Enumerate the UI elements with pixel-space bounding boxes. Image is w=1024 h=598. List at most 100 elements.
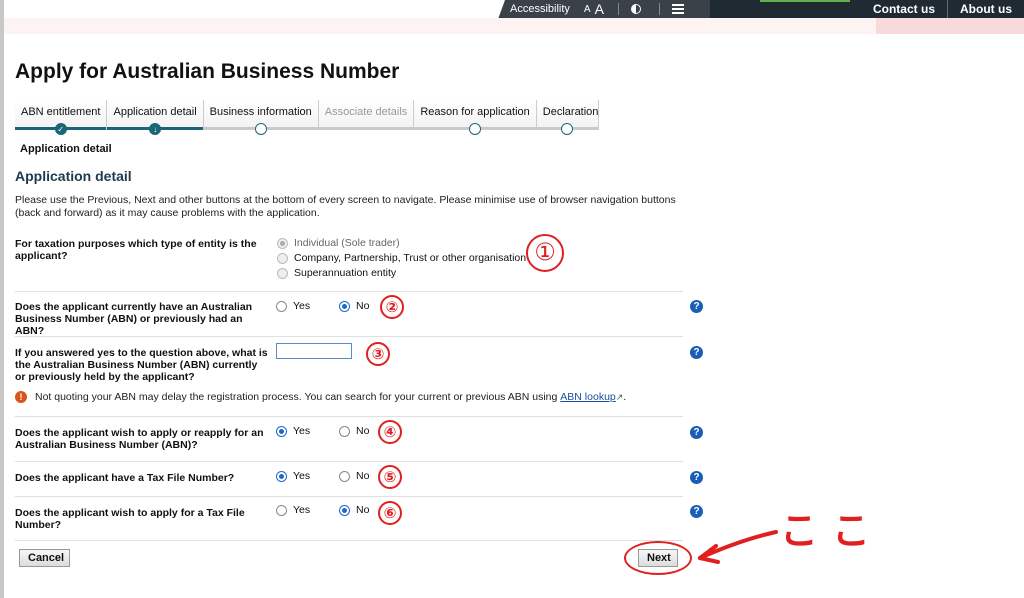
help-icon[interactable]: ? [690,300,703,313]
apply-abn-yes[interactable]: Yes [276,425,310,437]
abn-lookup-link[interactable]: ABN lookup [560,391,615,403]
step-business-information[interactable]: Business information [203,100,319,135]
header-band [4,18,1024,34]
annotation-arrow-icon [698,530,778,564]
page: Accessibility A A Contact us About us Ap… [0,0,1024,598]
abn-number-question: If you answered yes to the question abov… [15,347,268,383]
radio-button[interactable] [276,300,287,312]
has-tfn-no[interactable]: No [339,470,369,482]
step-label: Reason for application [420,106,530,118]
abn-warning: ! Not quoting your ABN may delay the reg… [15,391,626,403]
step-label: Business information [209,106,312,118]
has-tfn-yes[interactable]: Yes [276,470,310,482]
radio-button[interactable] [277,267,288,279]
option-label: No [356,300,370,312]
radio-button[interactable] [276,470,287,482]
top-links: Contact us About us [861,0,1024,18]
has-abn-no[interactable]: No [339,300,369,312]
menu-icon[interactable] [671,4,684,14]
accessibility-tools: Accessibility A A [510,0,684,18]
has-abn-question: Does the applicant currently have an Aus… [15,301,253,337]
annotation-marker-4: ④ [378,420,402,444]
option-label: Yes [293,470,311,482]
step-abn-entitlement[interactable]: ABN entitlement ✓ [15,100,108,135]
option-label: Yes [293,504,311,516]
has-tfn-question: Does the applicant have a Tax File Numbe… [15,472,235,484]
annotation-marker-2: ② [380,295,404,319]
step-bar [318,127,414,130]
option-label: Yes [293,425,311,437]
radio-button[interactable] [339,504,350,516]
page-title: Apply for Australian Business Number [15,60,400,83]
annotation-marker-5: ⑤ [378,465,402,489]
separator [658,3,660,15]
current-step-icon: ↓ [149,123,162,135]
annotation-marker-3: ③ [366,342,390,366]
help-icon[interactable]: ? [690,426,703,439]
step-label: Declaration [542,106,599,118]
cancel-button[interactable]: Cancel [19,549,70,567]
section-title: Application detail [15,168,132,184]
apply-abn-question: Does the applicant wish to apply or reap… [15,427,264,451]
left-edge [0,0,4,598]
pending-step-icon [469,123,482,135]
entity-option-super[interactable]: Superannuation entity [277,267,396,279]
accessibility-link[interactable]: Accessibility [510,3,570,15]
warning-text: Not quoting your ABN may delay the regis… [35,391,558,403]
option-label: Superannuation entity [294,267,397,279]
step-label: Associate details [324,106,408,118]
step-application-detail[interactable]: Application detail ↓ [107,100,204,135]
step-reason-for-application[interactable]: Reason for application [414,100,537,135]
has-abn-yes[interactable]: Yes [276,300,310,312]
step-declaration[interactable]: Declaration [536,100,599,135]
divider [15,416,683,417]
step-associate-details: Associate details [318,100,415,130]
annotation-marker-1: ① [526,234,564,272]
top-bar: Accessibility A A Contact us About us [0,0,1024,18]
contrast-icon[interactable] [630,4,641,14]
divider [15,461,683,462]
apply-tfn-question: Does the applicant wish to apply for a T… [15,507,245,531]
about-us-link[interactable]: About us [948,2,1024,16]
option-label: Company, Partnership, Trust or other org… [294,252,527,264]
divider [15,540,683,541]
step-label: Application detail [113,106,197,118]
header-band-accent [876,18,1024,34]
apply-tfn-no[interactable]: No [339,504,369,516]
separator [617,3,619,15]
intro-text: Please use the Previous, Next and other … [15,194,676,219]
annotation-koko: ここ [780,509,885,553]
entity-type-question: For taxation purposes which type of enti… [15,238,257,262]
divider [15,336,683,337]
current-step-caption: Application detail [20,143,112,155]
divider [15,291,683,292]
pending-step-icon [254,123,267,135]
step-label: ABN entitlement [21,106,101,118]
help-icon[interactable]: ? [690,471,703,484]
progress-stepper: ABN entitlement ✓ Application detail ↓ B… [15,100,599,135]
annotation-marker-6: ⑥ [378,501,402,525]
help-icon[interactable]: ? [690,505,703,518]
annotation-circle [624,541,692,575]
external-link-icon: ↗ [615,391,624,402]
entity-option-company[interactable]: Company, Partnership, Trust or other org… [277,252,526,264]
font-increase-button[interactable]: A [595,1,604,17]
radio-button[interactable] [277,237,288,249]
abn-number-input[interactable] [276,343,352,359]
radio-button[interactable] [276,504,287,516]
radio-button[interactable] [339,300,350,312]
font-decrease-button[interactable]: A [584,4,591,15]
option-label: Individual (Sole trader) [294,237,400,249]
option-label: No [356,470,370,482]
radio-button[interactable] [277,252,288,264]
help-icon[interactable]: ? [690,346,703,359]
entity-option-individual[interactable]: Individual (Sole trader) [277,237,400,249]
radio-button[interactable] [276,425,287,437]
contact-us-link[interactable]: Contact us [861,2,947,16]
radio-button[interactable] [339,425,350,437]
warning-suffix: . [623,391,627,403]
apply-tfn-yes[interactable]: Yes [276,504,310,516]
option-label: No [356,504,370,516]
apply-abn-no[interactable]: No [339,425,369,437]
radio-button[interactable] [339,470,350,482]
